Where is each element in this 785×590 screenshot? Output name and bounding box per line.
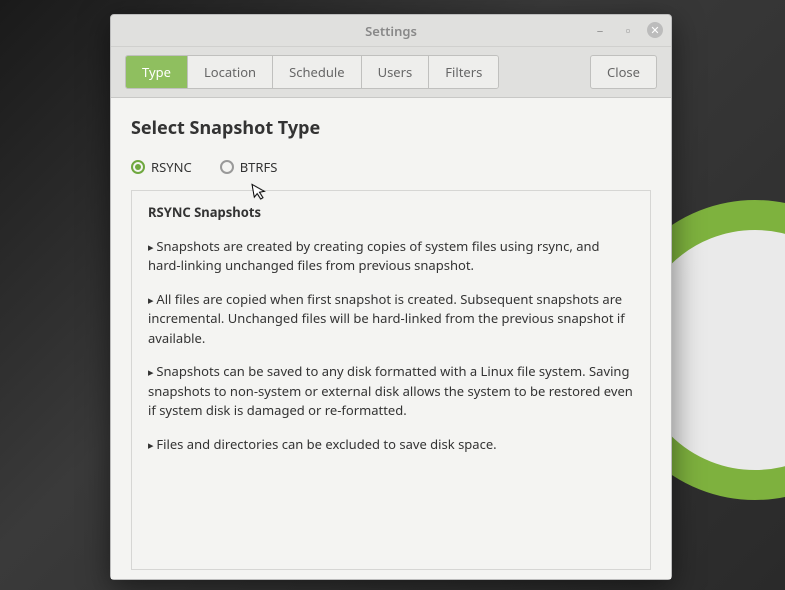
radio-label: RSYNC [151,158,192,176]
radio-btrfs[interactable]: BTRFS [220,158,278,176]
tab-label: Filters [445,63,482,81]
tab-users[interactable]: Users [362,56,430,88]
close-window-button[interactable]: ✕ [647,22,663,38]
tab-type[interactable]: Type [126,56,188,88]
titlebar[interactable]: Settings – ▫ ✕ [111,15,671,47]
tab-label: Users [378,63,413,81]
info-title: RSYNC Snapshots [148,203,634,223]
info-bullet: Files and directories can be excluded to… [148,435,634,455]
window-title: Settings [111,22,671,40]
tab-schedule[interactable]: Schedule [273,56,361,88]
toolbar: Type Location Schedule Users Filters Clo… [111,47,671,98]
maximize-button[interactable]: ▫ [619,21,637,39]
tab-label: Type [142,63,171,81]
info-panel: RSYNC Snapshots Snapshots are created by… [131,190,651,570]
radio-rsync[interactable]: RSYNC [131,158,192,176]
window-controls: – ▫ ✕ [591,21,663,39]
tab-location[interactable]: Location [188,56,273,88]
content-area: Select Snapshot Type RSYNC BTRFS RSYNC S… [111,98,671,579]
settings-window: Settings – ▫ ✕ Type Location Schedule Us… [110,14,672,580]
radio-icon [220,160,234,174]
info-bullet: Snapshots can be saved to any disk forma… [148,362,634,421]
info-bullet: Snapshots are created by creating copies… [148,237,634,276]
close-button[interactable]: Close [590,55,657,89]
tab-label: Schedule [289,63,344,81]
close-label: Close [607,63,640,81]
minimize-button[interactable]: – [591,21,609,39]
snapshot-type-radios: RSYNC BTRFS [131,158,651,176]
radio-label: BTRFS [240,158,278,176]
tab-filters[interactable]: Filters [429,56,498,88]
page-heading: Select Snapshot Type [131,116,651,140]
info-bullet: All files are copied when first snapshot… [148,290,634,349]
tab-group: Type Location Schedule Users Filters [125,55,499,89]
radio-icon [131,160,145,174]
tab-label: Location [204,63,256,81]
